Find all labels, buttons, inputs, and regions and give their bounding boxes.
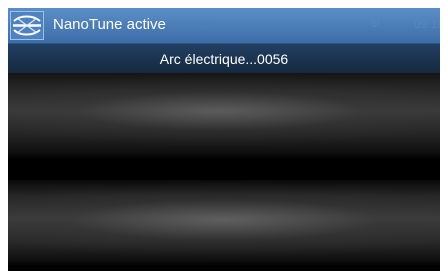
nanotune-logo-icon[interactable] <box>10 11 44 40</box>
splicer-screen: NanoTune active mo 0.25 ⚙ 09:18 Arc élec… <box>8 8 440 271</box>
app-title: NanoTune active <box>53 16 166 33</box>
fiber-camera-view <box>8 73 440 271</box>
clock-time: 09:18 <box>414 17 440 31</box>
title-bar: NanoTune active mo 0.25 ⚙ 09:18 <box>8 8 440 43</box>
gear-icon: ⚙ <box>370 16 381 30</box>
fiber-image-upper <box>8 73 440 159</box>
process-status-bar: Arc électrique...0056 <box>8 43 440 73</box>
arc-status-text: Arc électrique...0056 <box>159 51 289 67</box>
device-frame: NanoTune active mo 0.25 ⚙ 09:18 Arc élec… <box>0 0 448 273</box>
faded-status-text: mo 0.25 <box>172 17 216 31</box>
fiber-image-lower <box>8 180 440 266</box>
